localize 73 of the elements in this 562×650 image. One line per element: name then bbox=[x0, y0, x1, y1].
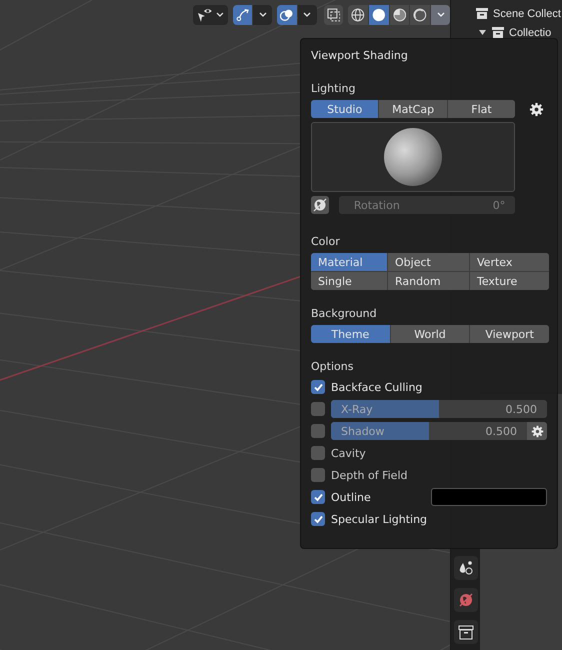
shaded-sphere-icon bbox=[413, 8, 428, 22]
world-tab-button[interactable] bbox=[454, 588, 478, 612]
sphere-drawing bbox=[383, 127, 444, 187]
caret-icon bbox=[436, 12, 445, 18]
shading-mode-button[interactable] bbox=[348, 5, 368, 25]
shading-mode-button[interactable] bbox=[390, 5, 410, 25]
option-label: Cavity bbox=[331, 446, 366, 460]
background-option-button[interactable]: World bbox=[390, 325, 470, 343]
caret-icon bbox=[303, 12, 312, 18]
option-label: Depth of Field bbox=[331, 468, 408, 482]
checkbox[interactable] bbox=[311, 424, 325, 438]
checkbox[interactable] bbox=[311, 512, 325, 526]
globe-icon bbox=[312, 198, 327, 212]
lighting-option-button[interactable]: MatCap bbox=[379, 100, 447, 118]
color-swatch[interactable] bbox=[431, 488, 547, 506]
shading-mode-button[interactable] bbox=[369, 5, 389, 25]
outliner-item-label[interactable]: Collectio bbox=[509, 26, 552, 38]
solid-sphere-icon bbox=[372, 8, 386, 22]
drop-orbit-icon bbox=[458, 560, 474, 576]
color-option-button[interactable]: Single bbox=[311, 272, 387, 290]
color-option-button[interactable]: Texture bbox=[470, 272, 549, 290]
background-option-button[interactable]: Viewport bbox=[470, 325, 549, 343]
settings-icon bbox=[528, 102, 544, 116]
collection-tab-button[interactable] bbox=[454, 620, 478, 644]
physics-tab-button[interactable] bbox=[454, 556, 478, 580]
shading-dropdown-button[interactable] bbox=[431, 5, 450, 25]
option-label: Backface Culling bbox=[331, 380, 422, 394]
collection-box-icon bbox=[458, 624, 474, 640]
option-label: Specular Lighting bbox=[331, 512, 428, 526]
half-shaded-sphere-icon bbox=[392, 8, 406, 22]
collection-box-icon bbox=[475, 7, 489, 20]
checkbox[interactable] bbox=[311, 380, 325, 394]
overlapping-circles-icon bbox=[280, 8, 294, 22]
gizmo-toggle-button[interactable] bbox=[232, 5, 252, 25]
color-option-button[interactable]: Random bbox=[388, 272, 469, 290]
xray-icon bbox=[326, 8, 340, 22]
studio-light-preview[interactable] bbox=[311, 122, 516, 192]
outliner-item-label[interactable]: Scene Collect bbox=[493, 8, 561, 20]
expand-triangle-icon[interactable] bbox=[479, 29, 486, 36]
collection-box-icon bbox=[491, 26, 505, 39]
checkbox[interactable] bbox=[311, 490, 325, 504]
section-label: Background bbox=[311, 306, 378, 322]
world-space-lighting-button[interactable] bbox=[311, 196, 329, 214]
caret-icon bbox=[216, 12, 224, 18]
popover-title: Viewport Shading bbox=[311, 48, 409, 64]
gizmo-icon bbox=[236, 8, 250, 22]
color-option-button[interactable]: Material bbox=[311, 253, 387, 271]
section-label: Color bbox=[311, 234, 341, 250]
settings-button[interactable] bbox=[527, 422, 547, 440]
background-option-button[interactable]: Theme bbox=[311, 325, 390, 343]
settings-icon bbox=[530, 424, 544, 438]
overlay-dropdown-button[interactable] bbox=[298, 5, 317, 25]
section-label: Options bbox=[311, 359, 354, 375]
checkbox[interactable] bbox=[311, 468, 325, 482]
wireframe-sphere-icon bbox=[351, 8, 366, 22]
eye-cursor-icon bbox=[197, 7, 213, 23]
section-label: Lighting bbox=[311, 81, 356, 97]
lighting-option-button[interactable]: Studio bbox=[311, 100, 378, 118]
globe-icon bbox=[458, 592, 474, 608]
shading-mode-button[interactable] bbox=[410, 5, 430, 25]
color-option-button[interactable]: Object bbox=[388, 253, 469, 271]
caret-icon bbox=[258, 12, 267, 18]
overlay-toggle-button[interactable] bbox=[277, 5, 297, 25]
value-slider[interactable]: X-Ray 0.500 bbox=[331, 400, 547, 418]
lighting-option-button[interactable]: Flat bbox=[448, 100, 516, 118]
selectability-dropdown-button[interactable] bbox=[193, 5, 228, 25]
xray-toggle-button[interactable] bbox=[324, 5, 344, 25]
gizmo-dropdown-button[interactable] bbox=[253, 5, 272, 25]
checkbox[interactable] bbox=[311, 446, 325, 460]
color-option-button[interactable]: Vertex bbox=[470, 253, 549, 271]
checkbox[interactable] bbox=[311, 402, 325, 416]
option-label: Outline bbox=[331, 490, 372, 504]
value-slider[interactable]: Shadow 0.500 bbox=[331, 422, 527, 440]
